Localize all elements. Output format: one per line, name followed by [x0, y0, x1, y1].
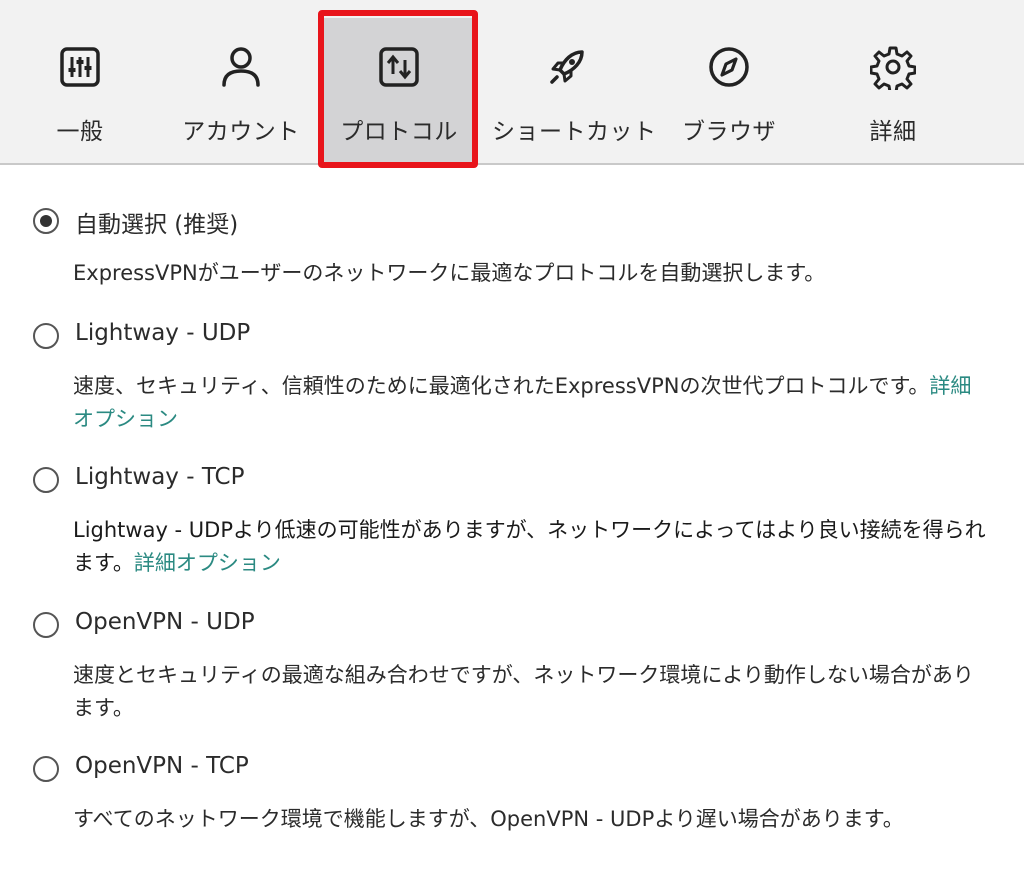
option-title: Lightway - UDP	[75, 320, 251, 346]
tab-label: ブラウザ	[682, 119, 776, 145]
tab-label: ショートカット	[492, 119, 657, 145]
user-icon	[218, 44, 264, 90]
option-title: OpenVPN - UDP	[75, 609, 255, 635]
option-desc: 速度とセキュリティの最適な組み合わせですが、ネットワーク環境により動作しない場合…	[73, 663, 974, 720]
tab-label: アカウント	[182, 119, 300, 145]
advanced-options-link[interactable]: 詳細オプション	[134, 551, 281, 575]
option-title: 自動選択 (推奨)	[75, 212, 239, 238]
radio-auto[interactable]	[33, 208, 59, 234]
option-desc: すべてのネットワーク環境で機能しますが、OpenVPN - UDPより遅い場合が…	[73, 807, 904, 831]
option-desc: ExpressVPNがユーザーのネットワークに最適なプロトコルを自動選択します。	[73, 261, 826, 285]
option-desc: 速度、セキュリティ、信頼性のために最適化されたExpressVPNの次世代プロト…	[73, 370, 988, 436]
tab-label: 詳細	[869, 119, 917, 145]
tab-label: 一般	[56, 119, 104, 145]
radio-lightway-udp[interactable]	[33, 323, 59, 349]
tab-browser[interactable]: ブラウザ	[654, 18, 804, 163]
option-desc-text: 速度、セキュリティ、信頼性のために最適化されたExpressVPNの次世代プロト…	[73, 374, 930, 398]
tab-advanced[interactable]: 詳細	[818, 18, 968, 163]
option-title: OpenVPN - TCP	[75, 753, 249, 779]
tab-label: プロトコル	[340, 119, 458, 145]
option-title: Lightway - TCP	[75, 464, 245, 490]
tab-protocol[interactable]: プロトコル	[324, 18, 474, 163]
tab-shortcuts[interactable]: ショートカット	[492, 18, 657, 163]
tab-general[interactable]: 一般	[5, 18, 155, 163]
preferences-toolbar: 一般 アカウント プロトコル ショートカット ブラウザ 詳細	[0, 0, 1024, 168]
compass-icon	[706, 44, 752, 90]
gear-icon	[870, 44, 916, 90]
radio-openvpn-udp[interactable]	[33, 612, 59, 638]
rocket-icon	[544, 44, 590, 90]
option-desc: Lightway - UDPより低速の可能性がありますが、ネットワークによっては…	[73, 514, 988, 580]
sliders-icon	[57, 44, 103, 90]
protocol-icon	[376, 44, 422, 90]
radio-lightway-tcp[interactable]	[33, 467, 59, 493]
radio-openvpn-tcp[interactable]	[33, 756, 59, 782]
tab-account[interactable]: アカウント	[166, 18, 316, 163]
